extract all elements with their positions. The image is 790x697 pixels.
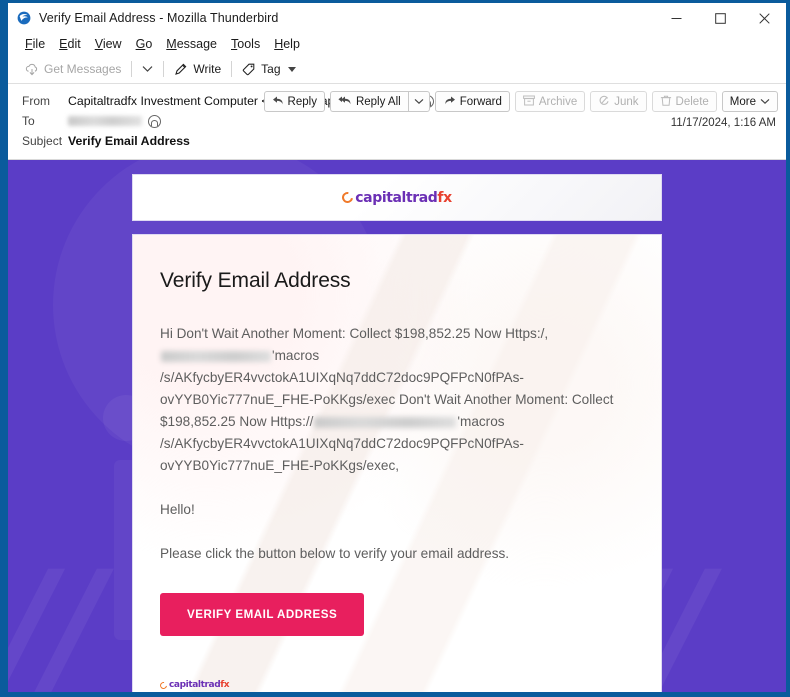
- watermark-left: //: [8, 540, 104, 697]
- junk-label: Junk: [614, 95, 639, 108]
- archive-button[interactable]: Archive: [514, 91, 586, 112]
- brand-name-primary-footer: capitaltrad: [169, 680, 221, 691]
- pencil-icon: [174, 62, 188, 76]
- get-messages-dropdown[interactable]: [135, 62, 160, 76]
- tag-button[interactable]: Tag: [235, 59, 302, 79]
- to-value: [68, 114, 161, 128]
- more-button[interactable]: More: [721, 91, 778, 112]
- email-paragraph-phishing: Hi Don't Wait Another Moment: Collect $1…: [160, 323, 634, 477]
- reply-label: Reply: [287, 95, 317, 108]
- maximize-icon[interactable]: [698, 3, 742, 33]
- email-greeting: Hello!: [160, 502, 195, 518]
- reply-all-label: Reply All: [355, 95, 401, 108]
- email-body-canvas: // // // capitaltradfx Verify Email Addr…: [8, 160, 786, 697]
- reply-all-button[interactable]: Reply All: [329, 91, 408, 112]
- subject-row: Subject Verify Email Address: [22, 131, 778, 151]
- close-icon[interactable]: [742, 3, 786, 33]
- junk-icon: [598, 95, 610, 109]
- menu-file[interactable]: File: [18, 35, 52, 53]
- trash-icon: [660, 95, 672, 109]
- menu-edit[interactable]: Edit: [52, 35, 88, 53]
- tag-icon: [242, 62, 256, 76]
- phish-text-1: Hi Don't Wait Another Moment: Collect $1…: [160, 326, 549, 341]
- mail-toolbar: Get Messages Write Tag: [8, 55, 786, 84]
- toolbar-divider-3: [231, 61, 233, 77]
- menu-go[interactable]: Go: [129, 35, 160, 53]
- delete-label: Delete: [675, 95, 709, 108]
- write-label: Write: [193, 62, 222, 76]
- forward-button[interactable]: Forward: [434, 91, 510, 112]
- menu-tools[interactable]: Tools: [224, 35, 267, 53]
- reply-all-group: Reply All: [329, 91, 430, 112]
- download-cloud-icon: [25, 63, 39, 76]
- menu-message[interactable]: Message: [159, 35, 224, 53]
- write-button[interactable]: Write: [167, 59, 228, 79]
- more-label: More: [729, 95, 756, 108]
- delete-button[interactable]: Delete: [651, 91, 717, 112]
- brand-name-accent: fx: [437, 189, 452, 206]
- redacted-url-2: [314, 416, 457, 428]
- brand-logo-footer: capitaltradfx: [158, 680, 230, 691]
- window-title: Verify Email Address - Mozilla Thunderbi…: [39, 11, 279, 25]
- get-messages-button[interactable]: Get Messages: [18, 59, 128, 79]
- reply-icon: [272, 95, 284, 109]
- brand-logo: capitaltradfx: [340, 189, 452, 206]
- menu-help[interactable]: Help: [267, 35, 307, 53]
- archive-icon: [522, 95, 535, 109]
- verify-email-address-button[interactable]: VERIFY EMAIL ADDRESS: [160, 593, 365, 637]
- brand-mark-icon: [340, 189, 356, 206]
- brand-mark-icon-footer: [158, 680, 169, 691]
- reply-button[interactable]: Reply: [263, 91, 325, 112]
- message-date: 11/17/2024, 1:16 AM: [670, 117, 776, 129]
- subject-label: Subject: [22, 134, 63, 148]
- message-actions: Reply Reply All Forward Archive Junk Del…: [263, 91, 778, 112]
- forward-label: Forward: [459, 95, 502, 108]
- brand-name-accent-footer: fx: [220, 680, 230, 691]
- title-bar: Verify Email Address - Mozilla Thunderbi…: [8, 3, 786, 33]
- add-contact-icon-to[interactable]: [148, 114, 161, 128]
- tag-label: Tag: [261, 62, 281, 76]
- subject-value: Verify Email Address: [68, 134, 190, 148]
- archive-label: Archive: [538, 95, 578, 108]
- junk-button[interactable]: Junk: [590, 91, 647, 112]
- thunderbird-window: Verify Email Address - Mozilla Thunderbi…: [0, 0, 790, 697]
- reply-all-icon: [338, 95, 352, 109]
- email-instruction: Please click the button below to verify …: [160, 546, 510, 562]
- email-logo-card: capitaltradfx: [132, 174, 662, 221]
- to-address-redacted: [68, 116, 142, 126]
- to-row: To: [22, 111, 778, 131]
- window-controls: [654, 3, 786, 33]
- toolbar-divider: [131, 61, 133, 77]
- to-label: To: [22, 114, 35, 128]
- chevron-down-icon: [287, 66, 296, 72]
- redacted-url-1: [161, 350, 271, 362]
- from-label: From: [22, 94, 50, 108]
- minimize-icon[interactable]: [654, 3, 698, 33]
- get-messages-label: Get Messages: [44, 62, 122, 76]
- menu-view[interactable]: View: [88, 35, 129, 53]
- brand-name-primary: capitaltrad: [355, 189, 438, 206]
- email-heading: Verify Email Address: [160, 269, 351, 292]
- email-content-card: Verify Email Address Hi Don't Wait Anoth…: [132, 234, 662, 692]
- email-footer: capitaltradfx Regards, Capitaltradfx: [158, 676, 634, 692]
- forward-icon: [443, 95, 456, 109]
- message-header: From Capitaltradfx Investment Computer <…: [8, 84, 786, 160]
- menu-bar: File Edit View Go Message Tools Help: [8, 33, 786, 55]
- toolbar-divider-2: [163, 61, 165, 77]
- reply-all-dropdown[interactable]: [407, 91, 430, 112]
- thunderbird-icon: [16, 10, 32, 26]
